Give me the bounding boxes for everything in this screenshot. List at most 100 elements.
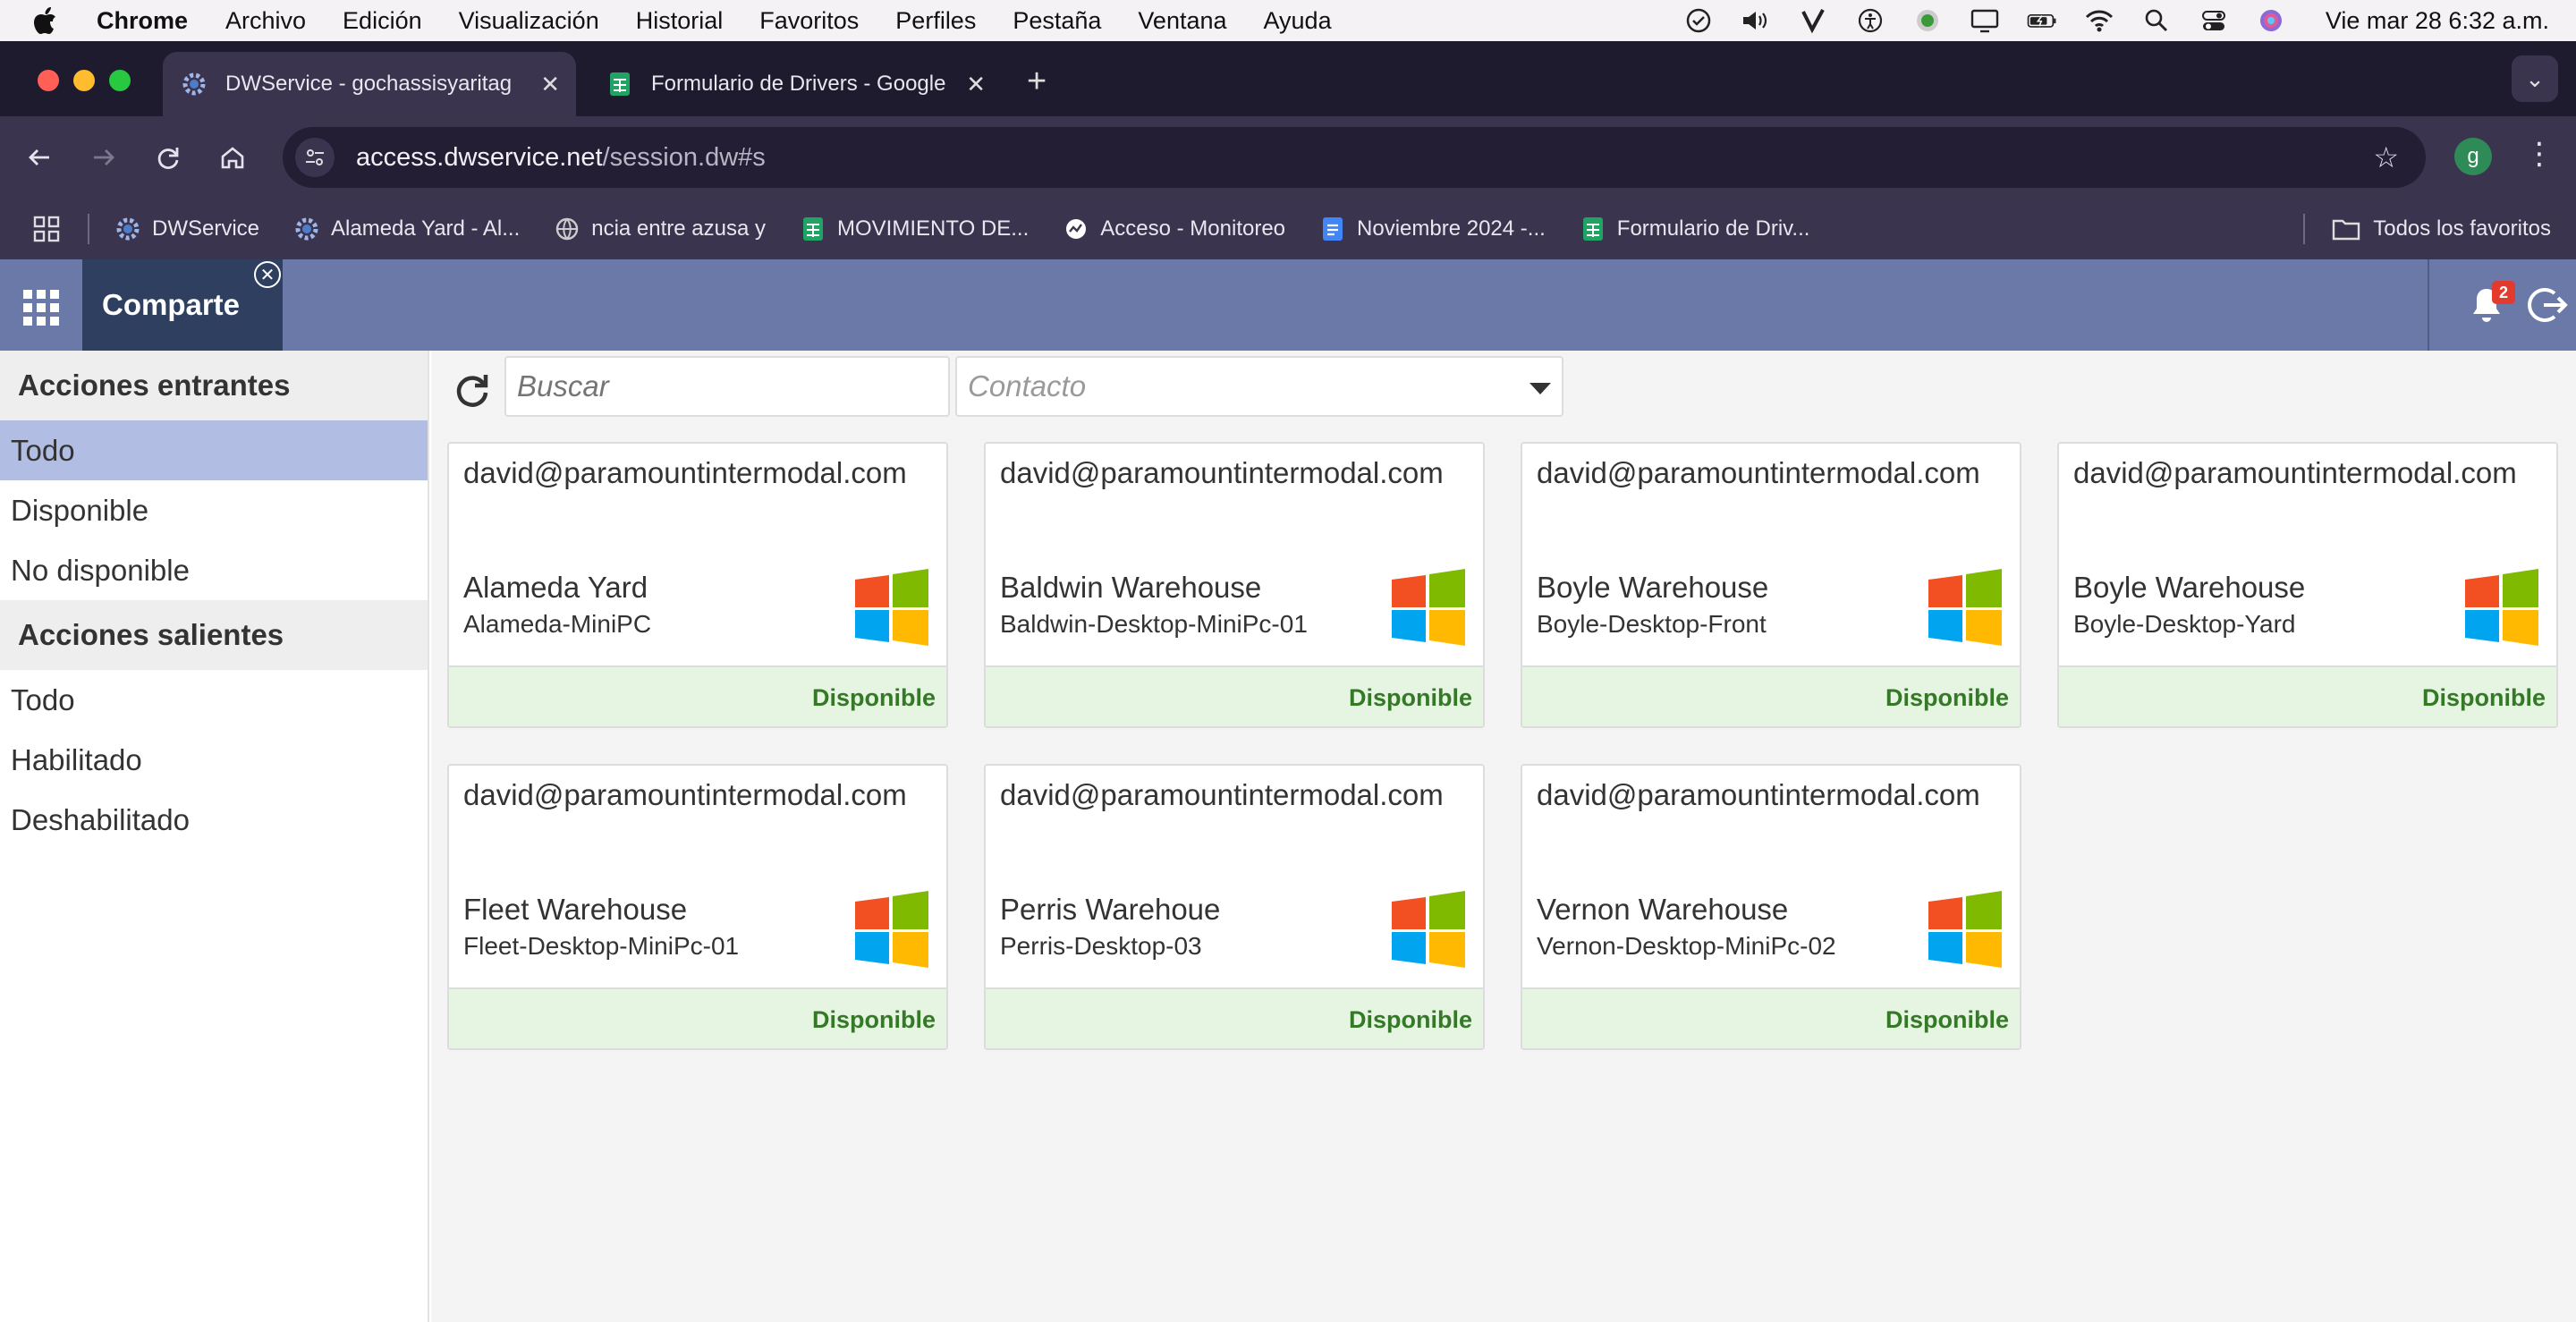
share-card[interactable]: david@paramountintermodal.com Fleet Ware… <box>447 764 948 1050</box>
bookmark-noviembre[interactable]: Noviembre 2024 -... <box>1319 216 1546 242</box>
card-host: Boyle-Desktop-Yard <box>2073 610 2296 638</box>
bookmark-alameda-yard[interactable]: Alameda Yard - Al... <box>293 216 520 242</box>
sheets-icon <box>1580 216 1606 242</box>
bookmark-label: ncia entre azusa y <box>591 216 767 241</box>
menu-archivo[interactable]: Archivo <box>225 7 306 35</box>
outgoing-filter-deshabilitado[interactable]: Deshabilitado <box>0 790 428 850</box>
menu-perfiles[interactable]: Perfiles <box>895 7 976 35</box>
refresh-icon[interactable] <box>451 369 492 410</box>
share-tab-label: Comparte <box>102 288 241 321</box>
apple-menu-icon[interactable] <box>32 6 82 35</box>
macos-menu-bar: Chrome Archivo Edición Visualización His… <box>0 0 2576 41</box>
card-host: Baldwin-Desktop-MiniPc-01 <box>1000 610 1308 638</box>
windows-logo-icon <box>853 891 930 968</box>
close-tab-icon[interactable]: ✕ <box>966 71 986 98</box>
card-name: Alameda Yard <box>463 571 648 604</box>
menu-ayuda[interactable]: Ayuda <box>1264 7 1332 35</box>
incoming-actions-heading: Acciones entrantes <box>0 351 428 420</box>
card-status: Disponible <box>986 987 1483 1048</box>
bookmark-label: MOVIMIENTO DE... <box>837 216 1030 241</box>
display-icon[interactable] <box>1970 5 2000 36</box>
bookmarks-divider <box>88 214 89 244</box>
bookmarks-divider <box>2303 214 2306 244</box>
outgoing-filter-todo[interactable]: Todo <box>0 670 428 730</box>
apps-grid-icon[interactable] <box>32 215 61 243</box>
contact-select[interactable]: Contacto <box>955 356 1563 417</box>
incoming-filter-disponible[interactable]: Disponible <box>0 480 428 540</box>
apps-menu-icon[interactable] <box>23 290 59 326</box>
url-text[interactable]: access.dwservice.net/session.dw#s <box>356 143 766 173</box>
close-tab-icon[interactable]: ✕ <box>540 71 560 98</box>
share-card[interactable]: david@paramountintermodal.com Perris War… <box>984 764 1485 1050</box>
menu-historial[interactable]: Historial <box>636 7 724 35</box>
card-status: Disponible <box>986 665 1483 726</box>
check-circle-icon[interactable] <box>1683 5 1714 36</box>
zoom-window-button[interactable] <box>109 70 131 91</box>
share-card[interactable]: david@paramountintermodal.com Boyle Ware… <box>1521 442 2021 728</box>
incoming-filter-todo[interactable]: Todo <box>0 420 428 480</box>
card-owner: david@paramountintermodal.com <box>1537 456 1980 489</box>
tab-dwservice[interactable]: DWService - gochassisyaritag ✕ <box>163 52 576 116</box>
bookmark-acceso-monitoreo[interactable]: Acceso - Monitoreo <box>1063 216 1285 242</box>
menu-visualizacion[interactable]: Visualización <box>459 7 599 35</box>
bookmark-label: Noviembre 2024 -... <box>1357 216 1546 241</box>
vivaldi-icon[interactable] <box>1798 5 1828 36</box>
address-bar[interactable]: access.dwservice.net/session.dw#s ☆ <box>283 127 2426 188</box>
menu-favoritos[interactable]: Favoritos <box>759 7 859 35</box>
card-name: Vernon Warehouse <box>1537 893 1789 926</box>
logout-icon[interactable] <box>2528 284 2569 326</box>
tab-search-chevron-icon[interactable]: ⌄ <box>2512 55 2558 102</box>
share-card[interactable]: david@paramountintermodal.com Baldwin Wa… <box>984 442 1485 728</box>
accessibility-icon[interactable] <box>1855 5 1885 36</box>
forward-button[interactable] <box>86 140 122 175</box>
sheets-icon <box>800 216 826 242</box>
card-host: Vernon-Desktop-MiniPc-02 <box>1537 932 1836 960</box>
status-dot-icon[interactable] <box>1912 5 1943 36</box>
tab-formulario-drivers[interactable]: Formulario de Drivers - Google ✕ <box>589 52 1002 116</box>
menu-clock[interactable]: Vie mar 28 6:32 a.m. <box>2326 7 2549 35</box>
outgoing-filter-habilitado[interactable]: Habilitado <box>0 730 428 790</box>
new-tab-button[interactable]: + <box>1027 63 1046 101</box>
site-info-icon[interactable] <box>295 138 335 177</box>
incoming-filter-no-disponible[interactable]: No disponible <box>0 540 428 600</box>
back-button[interactable] <box>21 140 57 175</box>
app-header: Comparte ✕ 2 <box>0 259 2576 351</box>
card-status: Disponible <box>449 665 946 726</box>
share-card[interactable]: david@paramountintermodal.com Boyle Ware… <box>2057 442 2558 728</box>
close-window-button[interactable] <box>38 70 59 91</box>
reload-button[interactable] <box>150 140 186 175</box>
share-card[interactable]: david@paramountintermodal.com Vernon War… <box>1521 764 2021 1050</box>
docs-icon <box>1319 216 1346 242</box>
sheets-icon <box>606 71 633 97</box>
card-host: Alameda-MiniPC <box>463 610 652 638</box>
bookmark-azusa[interactable]: ncia entre azusa y <box>554 216 766 242</box>
close-share-tab-icon[interactable]: ✕ <box>254 261 281 288</box>
chrome-menu-icon[interactable]: ⋮ <box>2524 136 2555 172</box>
volume-icon[interactable] <box>1741 5 1771 36</box>
window-controls <box>38 70 131 91</box>
outgoing-actions-heading: Acciones salientes <box>0 600 428 670</box>
home-button[interactable] <box>215 140 250 175</box>
bookmark-formulario-drivers[interactable]: Formulario de Driv... <box>1580 216 1809 242</box>
wifi-icon[interactable] <box>2084 5 2114 36</box>
bookmark-dwservice[interactable]: DWService <box>114 216 259 242</box>
minimize-window-button[interactable] <box>73 70 95 91</box>
bookmark-movimiento[interactable]: MOVIMIENTO DE... <box>800 216 1029 242</box>
menu-pestana[interactable]: Pestaña <box>1013 7 1101 35</box>
spotlight-search-icon[interactable] <box>2141 5 2172 36</box>
battery-icon[interactable] <box>2027 5 2057 36</box>
all-bookmarks-button[interactable]: Todos los favoritos <box>2303 199 2551 259</box>
share-tab[interactable]: Comparte ✕ <box>82 259 283 351</box>
contact-placeholder: Contacto <box>968 369 1087 403</box>
share-card[interactable]: david@paramountintermodal.com Alameda Ya… <box>447 442 948 728</box>
profile-avatar[interactable]: g <box>2454 138 2492 175</box>
bookmark-star-icon[interactable]: ☆ <box>2373 140 2399 174</box>
app-menu-chrome[interactable]: Chrome <box>97 7 188 35</box>
monitor-icon <box>1063 216 1089 242</box>
menu-edicion[interactable]: Edición <box>343 7 422 35</box>
control-center-icon[interactable] <box>2199 5 2229 36</box>
siri-icon[interactable] <box>2256 5 2286 36</box>
menu-ventana[interactable]: Ventana <box>1138 7 1226 35</box>
url-path: /session.dw#s <box>602 142 766 172</box>
search-input[interactable] <box>504 356 950 417</box>
